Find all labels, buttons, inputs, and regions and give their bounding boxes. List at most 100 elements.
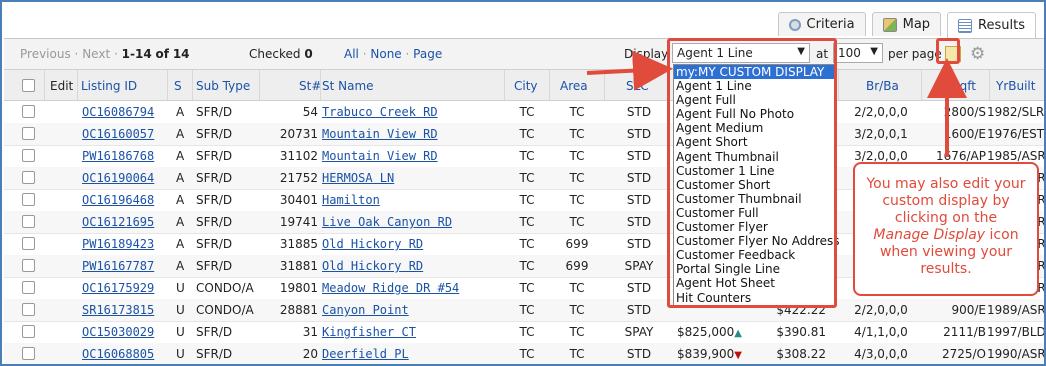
- per-page-label: per page: [888, 47, 942, 61]
- status-cell: A: [176, 259, 185, 273]
- listing-id-link[interactable]: OC16196468: [82, 193, 154, 207]
- previous-link[interactable]: Previous: [20, 47, 71, 61]
- status-cell: A: [176, 171, 185, 185]
- select-page-link[interactable]: Page: [413, 47, 442, 61]
- slc-cell: STD: [626, 171, 652, 185]
- street-name-link[interactable]: Live Oak Canyon RD: [322, 215, 452, 229]
- street-name-link[interactable]: Meadow Ridge DR #54: [322, 281, 459, 295]
- area-cell: TC: [569, 347, 585, 361]
- price-cell: $825,000▲: [672, 325, 742, 339]
- area-cell: TC: [569, 215, 585, 229]
- street-name-link[interactable]: Mountain View RD: [322, 127, 438, 141]
- listing-id-link[interactable]: OC16190064: [82, 171, 154, 185]
- slc-cell: STD: [626, 105, 652, 119]
- sub-type-cell: CONDO/A: [196, 281, 254, 295]
- listing-id-link[interactable]: SR16173815: [82, 303, 154, 317]
- street-name-link[interactable]: HERMOSA LN: [322, 171, 394, 185]
- per-page-value: 100: [838, 46, 861, 60]
- column-divider: [549, 70, 550, 100]
- listing-id-link[interactable]: PW16167787: [82, 259, 154, 273]
- street-name-link[interactable]: Old Hickory RD: [322, 237, 423, 251]
- row-checkbox[interactable]: [22, 127, 35, 140]
- column-header-slc[interactable]: SLC: [626, 79, 649, 93]
- row-checkbox[interactable]: [22, 281, 35, 294]
- row-checkbox[interactable]: [22, 171, 35, 184]
- slc-cell: STD: [626, 127, 652, 141]
- status-cell: U: [176, 347, 185, 361]
- column-header-edit: Edit: [50, 79, 74, 93]
- tip-callout: You may also edit your custom display by…: [853, 162, 1039, 296]
- street-name-link[interactable]: Canyon Point: [322, 303, 409, 317]
- city-cell: TC: [519, 193, 535, 207]
- listing-id-link[interactable]: PW16186768: [82, 149, 154, 163]
- row-checkbox[interactable]: [22, 215, 35, 228]
- year-built-cell: 1997/BLD: [987, 325, 1046, 339]
- column-header-br-ba[interactable]: Br/Ba: [866, 79, 899, 93]
- sub-type-cell: SFR/D: [196, 149, 233, 163]
- map-icon: [882, 17, 897, 32]
- street-number-cell: 54: [302, 105, 318, 119]
- column-header-sqft[interactable]: Sqft: [952, 79, 976, 93]
- tab-criteria[interactable]: Criteria: [777, 12, 866, 36]
- street-name-link[interactable]: Deerfield PL: [322, 347, 409, 361]
- tab-criteria-label: Criteria: [806, 17, 855, 32]
- sub-type-cell: SFR/D: [196, 347, 233, 361]
- row-checkbox[interactable]: [22, 149, 35, 162]
- street-name-link[interactable]: Kingfisher CT: [322, 325, 416, 339]
- listing-id-link[interactable]: PW16189423: [82, 237, 154, 251]
- street-name-link[interactable]: Old Hickory RD: [322, 259, 423, 273]
- listing-id-link[interactable]: OC16121695: [82, 215, 154, 229]
- page-range: 1-14: [121, 47, 152, 61]
- column-header-year-built[interactable]: YrBuilt: [996, 79, 1035, 93]
- street-number-cell: 31: [302, 325, 318, 339]
- street-name-link[interactable]: Hamilton: [322, 193, 380, 207]
- sub-type-cell: SFR/D: [196, 193, 233, 207]
- slc-cell: STD: [626, 303, 652, 317]
- status-cell: A: [176, 193, 185, 207]
- gear-icon[interactable]: ⚙: [970, 45, 988, 63]
- row-checkbox[interactable]: [22, 347, 35, 360]
- price-value: $839,900: [677, 347, 735, 361]
- listing-id-link[interactable]: OC16086794: [82, 105, 154, 119]
- column-header-listing-id[interactable]: Listing ID: [81, 79, 137, 93]
- column-header-street-number[interactable]: St#: [299, 79, 321, 93]
- select-all-link[interactable]: All: [344, 47, 359, 61]
- select-none-link[interactable]: None: [370, 47, 401, 61]
- row-checkbox[interactable]: [22, 325, 35, 338]
- trend-down-icon: ▼: [734, 350, 742, 361]
- column-header-sub-type[interactable]: Sub Type: [196, 79, 250, 93]
- column-header-status[interactable]: S: [174, 79, 182, 93]
- sub-type-cell: SFR/D: [196, 237, 233, 251]
- city-cell: TC: [519, 105, 535, 119]
- sub-type-cell: SFR/D: [196, 215, 233, 229]
- street-name-link[interactable]: Mountain View RD: [322, 149, 438, 163]
- per-page-select[interactable]: 100 ▼: [833, 43, 883, 63]
- year-built-cell: 1982/SLR: [987, 105, 1045, 119]
- column-header-city[interactable]: City: [514, 79, 538, 93]
- row-checkbox[interactable]: [22, 105, 35, 118]
- column-header-street-name[interactable]: St Name: [322, 79, 374, 93]
- tab-map[interactable]: Map: [871, 12, 942, 36]
- city-cell: TC: [519, 325, 535, 339]
- row-checkbox[interactable]: [22, 237, 35, 250]
- br-ba-cell: 3/2,0,0,1: [854, 127, 908, 141]
- row-checkbox[interactable]: [22, 193, 35, 206]
- listing-id-link[interactable]: OC16160057: [82, 127, 154, 141]
- column-divider: [604, 70, 605, 100]
- column-header-area[interactable]: Area: [560, 79, 588, 93]
- street-name-link[interactable]: Trabuco Creek RD: [322, 105, 438, 119]
- listing-id-link[interactable]: OC16175929: [82, 281, 154, 295]
- status-cell: A: [176, 127, 185, 141]
- price-per-sqft-cell: $308.22: [776, 347, 826, 361]
- area-cell: TC: [569, 127, 585, 141]
- selection-separator: ·: [405, 47, 410, 61]
- row-checkbox[interactable]: [22, 259, 35, 272]
- tab-results[interactable]: Results: [947, 12, 1036, 38]
- results-icon: [958, 18, 973, 33]
- trend-up-icon: ▲: [734, 328, 742, 339]
- next-link[interactable]: Next: [82, 47, 110, 61]
- select-all-checkbox[interactable]: [22, 79, 35, 92]
- listing-id-link[interactable]: OC16068805: [82, 347, 154, 361]
- row-checkbox[interactable]: [22, 303, 35, 316]
- listing-id-link[interactable]: OC15030029: [82, 325, 154, 339]
